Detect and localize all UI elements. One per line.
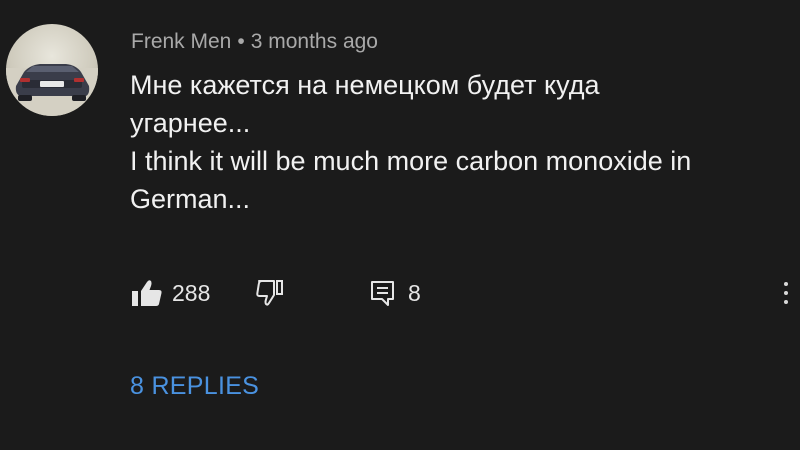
like-count: 288 bbox=[172, 279, 211, 306]
thumbs-up-icon bbox=[132, 280, 162, 306]
reply-count: 8 bbox=[408, 279, 421, 306]
car-photo-icon bbox=[6, 64, 98, 116]
comment-line: I think it will be much more carbon mono… bbox=[130, 146, 692, 176]
thumbs-down-icon bbox=[256, 280, 283, 306]
more-vertical-icon bbox=[784, 282, 788, 286]
comment-reply-icon bbox=[371, 281, 394, 306]
more-options-button[interactable] bbox=[778, 276, 794, 310]
comment-line: угарнее... bbox=[130, 108, 251, 138]
more-vertical-icon bbox=[784, 300, 788, 304]
comment-actions: 288 8 bbox=[130, 276, 790, 310]
dislike-button[interactable] bbox=[254, 276, 288, 310]
more-vertical-icon bbox=[784, 291, 788, 295]
comment-card: Frenk Men • 3 months ago Мне кажется на не… bbox=[0, 0, 800, 450]
comment-line: Мне кажется на немецком будет куда bbox=[130, 70, 600, 100]
view-replies-link[interactable]: 8 REPLIES bbox=[130, 372, 259, 401]
reply-button[interactable]: 8 bbox=[368, 276, 421, 310]
author-name[interactable]: Frenk Men bbox=[131, 30, 231, 53]
comment-meta: Frenk Men • 3 months ago bbox=[131, 30, 378, 54]
comment-time[interactable]: 3 months ago bbox=[251, 30, 378, 53]
avatar[interactable] bbox=[6, 24, 98, 116]
like-button[interactable]: 288 bbox=[130, 276, 210, 310]
meta-separator: • bbox=[237, 30, 245, 53]
comment-text: Мне кажется на немецком будет куда угарн… bbox=[130, 66, 790, 218]
comment-line: German... bbox=[130, 184, 251, 214]
